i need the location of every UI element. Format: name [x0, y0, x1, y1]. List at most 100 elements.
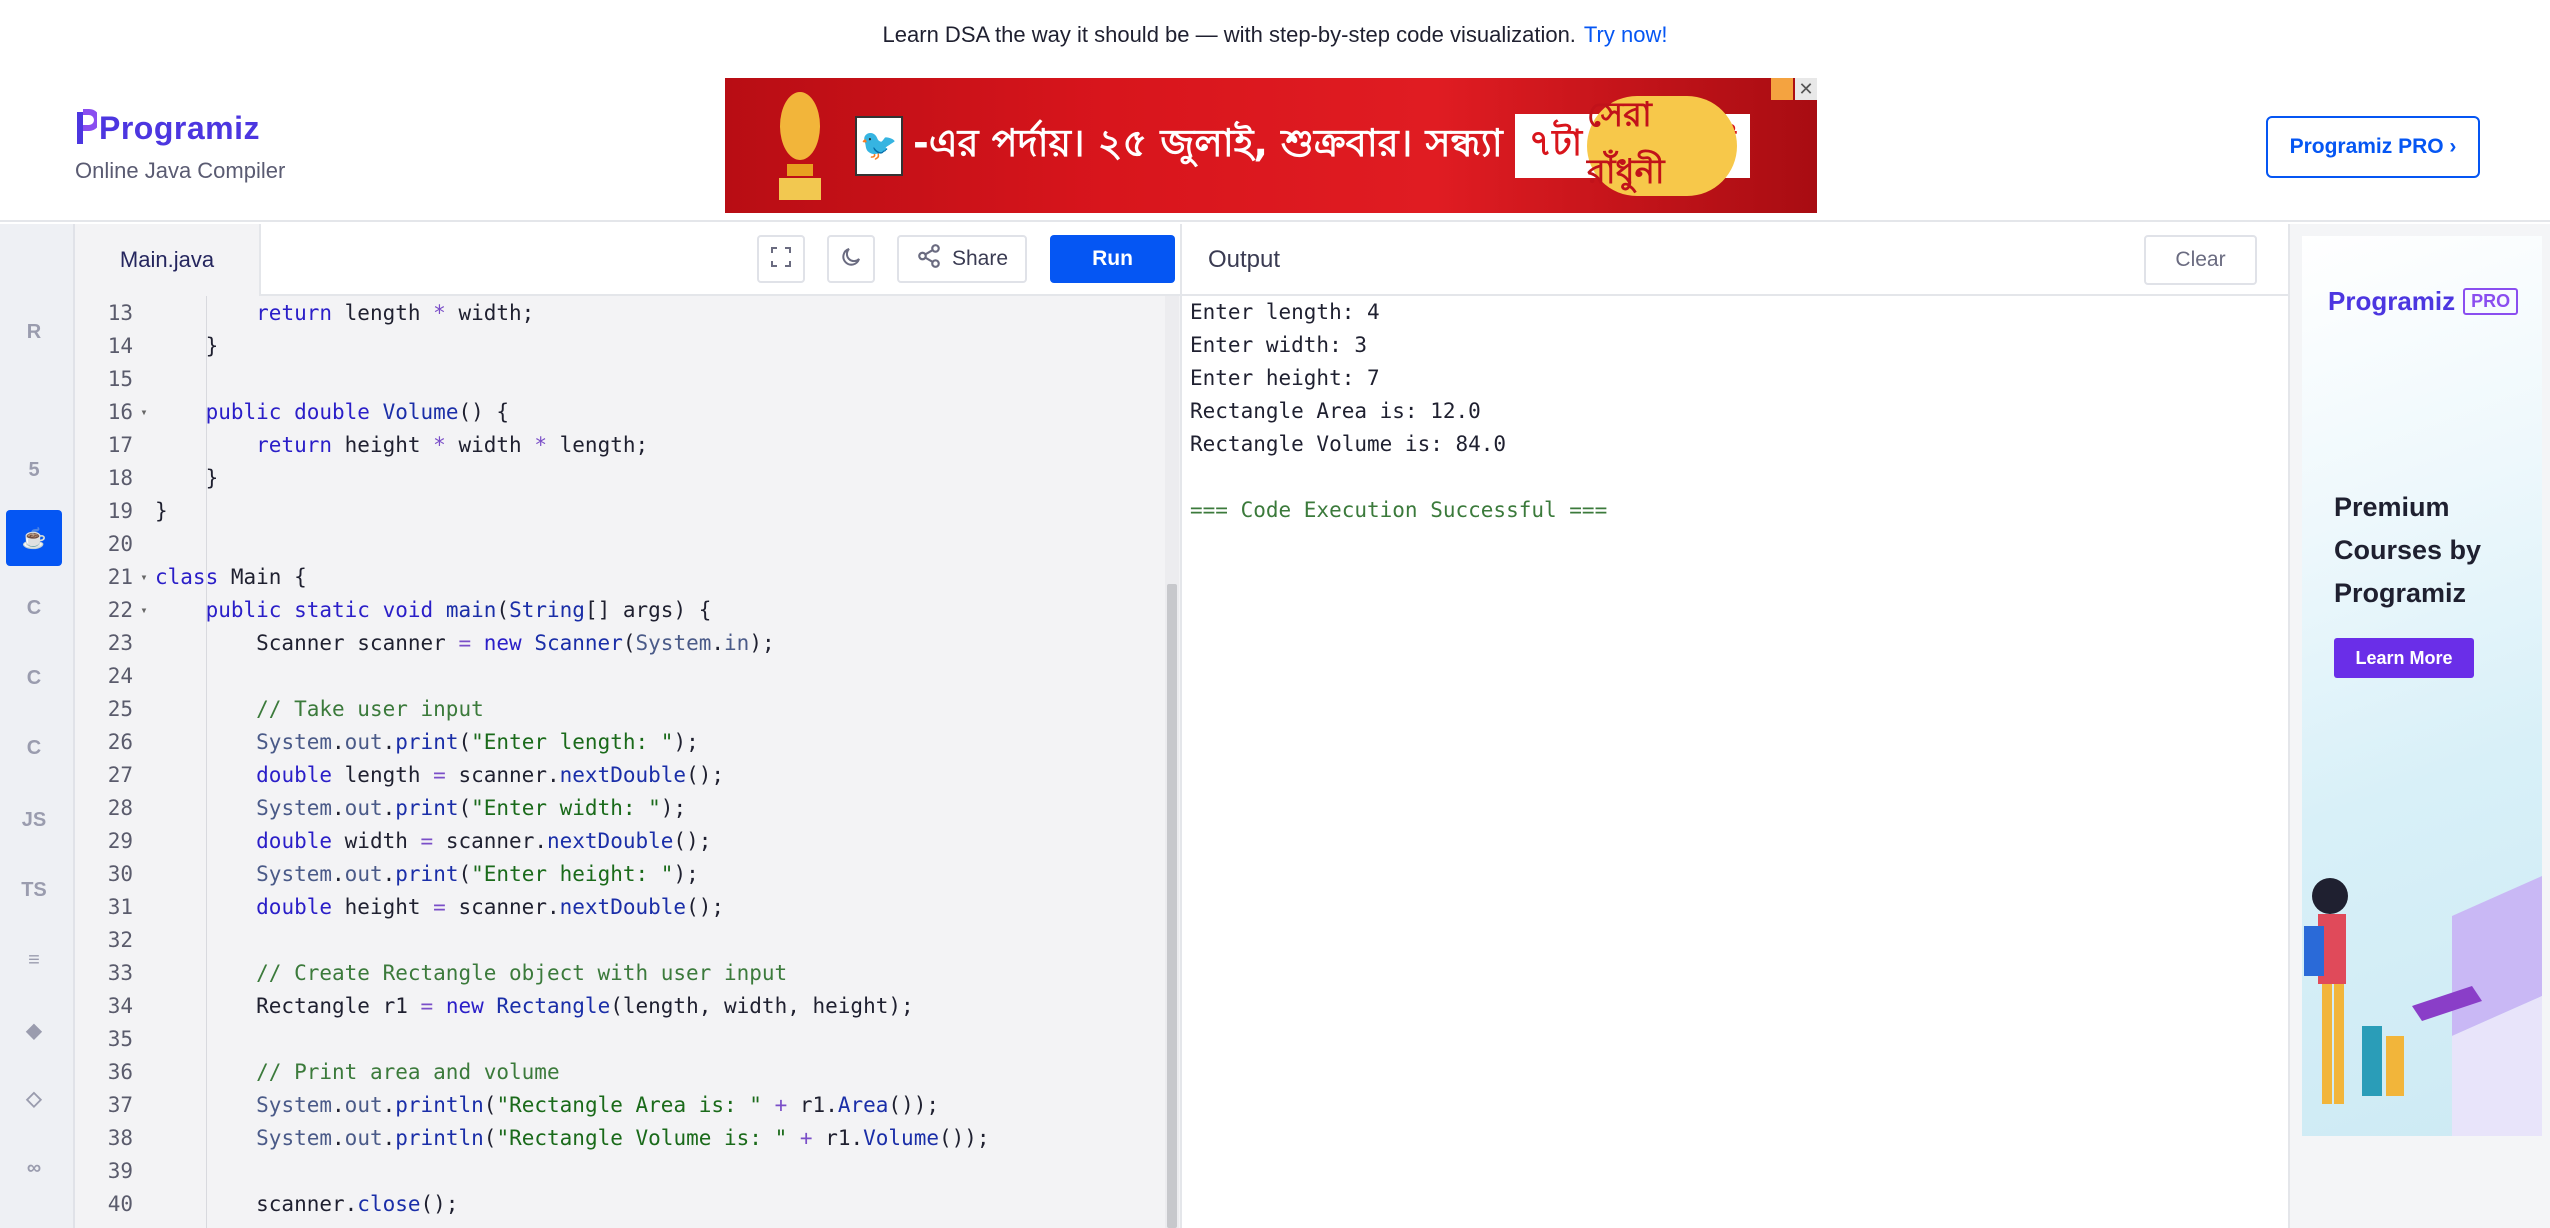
code-token: . [711, 630, 725, 655]
programiz-logo[interactable]: Programiz [75, 108, 260, 148]
code-line[interactable]: 19} [75, 494, 1155, 527]
code-text: return length * width; [155, 301, 534, 325]
line-number: 29 [107, 828, 133, 853]
line-number: 40 [107, 1191, 133, 1216]
top-advertisement[interactable]: 🐦 -এর পর্দায়। ২৫ জুলাই, শুক্রবার। সন্ধ্… [725, 78, 1817, 213]
adchoices-icon[interactable] [1771, 78, 1793, 100]
code-line[interactable]: 14 } [75, 329, 1155, 362]
code-line[interactable]: 37 System.out.println("Rectangle Area is… [75, 1088, 1155, 1121]
code-line[interactable]: 16 ▾ public double Volume() { [75, 395, 1155, 428]
code-token: Rectangle r1 [155, 993, 421, 1018]
code-token: width; [445, 300, 535, 325]
run-button[interactable]: Run [1050, 235, 1175, 283]
line-number: 16 [107, 399, 133, 424]
r-icon[interactable]: R [6, 304, 62, 360]
code-line[interactable]: 21 ▾ class Main { [75, 560, 1155, 593]
line-number: 39 [107, 1158, 133, 1183]
editor-toolbar: Main.java Share Run [75, 224, 1180, 296]
code-line[interactable]: 40 scanner.close(); [75, 1187, 1155, 1220]
code-token: ( [483, 1092, 497, 1117]
html-icon[interactable]: 5 [6, 442, 62, 498]
code-token: } [155, 498, 168, 523]
code-line[interactable]: 35 [75, 1022, 1155, 1055]
code-token: System [256, 1125, 333, 1150]
code-line[interactable]: 26 System.out.print("Enter length: "); [75, 725, 1155, 758]
code-line[interactable]: 39 [75, 1154, 1155, 1187]
page-subtitle: Online Java Compiler [75, 158, 286, 183]
code-line[interactable]: 23 Scanner scanner = new Scanner(System.… [75, 626, 1155, 659]
code-line[interactable]: 22 ▾ public static void main(String[] arg… [75, 593, 1155, 626]
cpp-icon[interactable]: C [6, 650, 62, 706]
moon-icon [839, 245, 863, 274]
java-icon[interactable]: ☕ [6, 510, 62, 566]
code-line[interactable]: 24 [75, 659, 1155, 692]
fold-toggle-icon[interactable]: ▾ [133, 603, 155, 617]
dark-mode-button[interactable] [827, 235, 875, 283]
code-line[interactable]: 15 [75, 362, 1155, 395]
code-text: System.out.print("Enter height: "); [155, 862, 699, 886]
code-line[interactable]: 36 // Print area and volume [75, 1055, 1155, 1088]
code-line[interactable]: 34 Rectangle r1 = new Rectangle(length, … [75, 989, 1155, 1022]
code-token: nextDouble [559, 762, 687, 787]
ad-close-button[interactable]: ✕ [1795, 78, 1817, 100]
clear-button[interactable]: Clear [2144, 235, 2257, 285]
line-number: 18 [107, 465, 133, 490]
side-advertisement[interactable]: Programiz PRO Premium Courses by Program… [2302, 236, 2542, 1136]
go-icon[interactable]: ∞ [6, 1140, 62, 1196]
swift-icon[interactable]: ◆ [6, 1002, 62, 1058]
code-token: scanner. [433, 828, 547, 853]
fold-toggle-icon[interactable]: ▾ [133, 570, 155, 584]
code-line[interactable]: 28 System.out.print("Enter width: "); [75, 791, 1155, 824]
code-token: nextDouble [559, 894, 687, 919]
promo-cta-link[interactable]: Try now! [1584, 22, 1668, 48]
line-number: 28 [107, 795, 133, 820]
code-line[interactable]: 13 return length * width; [75, 296, 1155, 329]
code-line[interactable]: 31 double height = scanner.nextDouble(); [75, 890, 1155, 923]
database-icon[interactable] [6, 372, 62, 428]
language-sidebar: R 5 ☕ C C C JS TS ≡ ◆ ◇ ∞ [0, 224, 75, 1228]
code-line[interactable]: 29 double width = scanner.nextDouble(); [75, 824, 1155, 857]
code-line[interactable]: 32 [75, 923, 1155, 956]
code-line[interactable]: 30 System.out.print("Enter height: "); [75, 857, 1155, 890]
tab-main-java[interactable]: Main.java [75, 224, 261, 296]
code-line[interactable]: 17 return height * width * length; [75, 428, 1155, 461]
code-token: height [332, 894, 434, 919]
code-line[interactable]: 25 // Take user input [75, 692, 1155, 725]
fullscreen-button[interactable] [757, 235, 805, 283]
code-text: class Main { [155, 565, 307, 589]
stack-icon[interactable]: ≡ [6, 932, 62, 988]
code-line[interactable]: 33 // Create Rectangle object with user … [75, 956, 1155, 989]
python-icon[interactable] [6, 230, 62, 286]
code-line[interactable]: 20 [75, 527, 1155, 560]
share-button[interactable]: Share [897, 235, 1027, 283]
editor-scrollbar[interactable] [1165, 296, 1179, 1228]
programiz-pro-button[interactable]: Programiz PRO › [2266, 116, 2480, 178]
csharp-icon[interactable]: C [6, 720, 62, 776]
line-number: 35 [107, 1026, 133, 1051]
line-number: 14 [107, 333, 133, 358]
learn-more-button[interactable]: Learn More [2334, 638, 2474, 678]
code-line[interactable]: 27 double length = scanner.nextDouble(); [75, 758, 1155, 791]
code-token: r1. [812, 1125, 864, 1150]
code-line[interactable]: 38 System.out.println("Rectangle Volume … [75, 1121, 1155, 1154]
code-token: width [445, 432, 535, 457]
c-icon[interactable]: C [6, 580, 62, 636]
code-token: static [294, 597, 370, 622]
kotlin-icon[interactable]: ◇ [6, 1070, 62, 1126]
output-console[interactable]: Enter length: 4 Enter width: 3 Enter heigh… [1190, 296, 1607, 527]
ts-icon[interactable]: TS [6, 862, 62, 918]
code-area[interactable]: 13 return length * width; 14 } 15 16 ▾ publi… [75, 296, 1180, 1228]
editor-scrollbar-thumb[interactable] [1167, 584, 1177, 1228]
js-icon[interactable]: JS [6, 792, 62, 848]
code-token: (); [686, 762, 724, 787]
code-token: public [205, 597, 282, 622]
share-icon [916, 243, 942, 275]
fold-toggle-icon[interactable]: ▾ [133, 405, 155, 419]
code-line[interactable]: 18 } [75, 461, 1155, 494]
code-token: + [799, 1125, 813, 1150]
